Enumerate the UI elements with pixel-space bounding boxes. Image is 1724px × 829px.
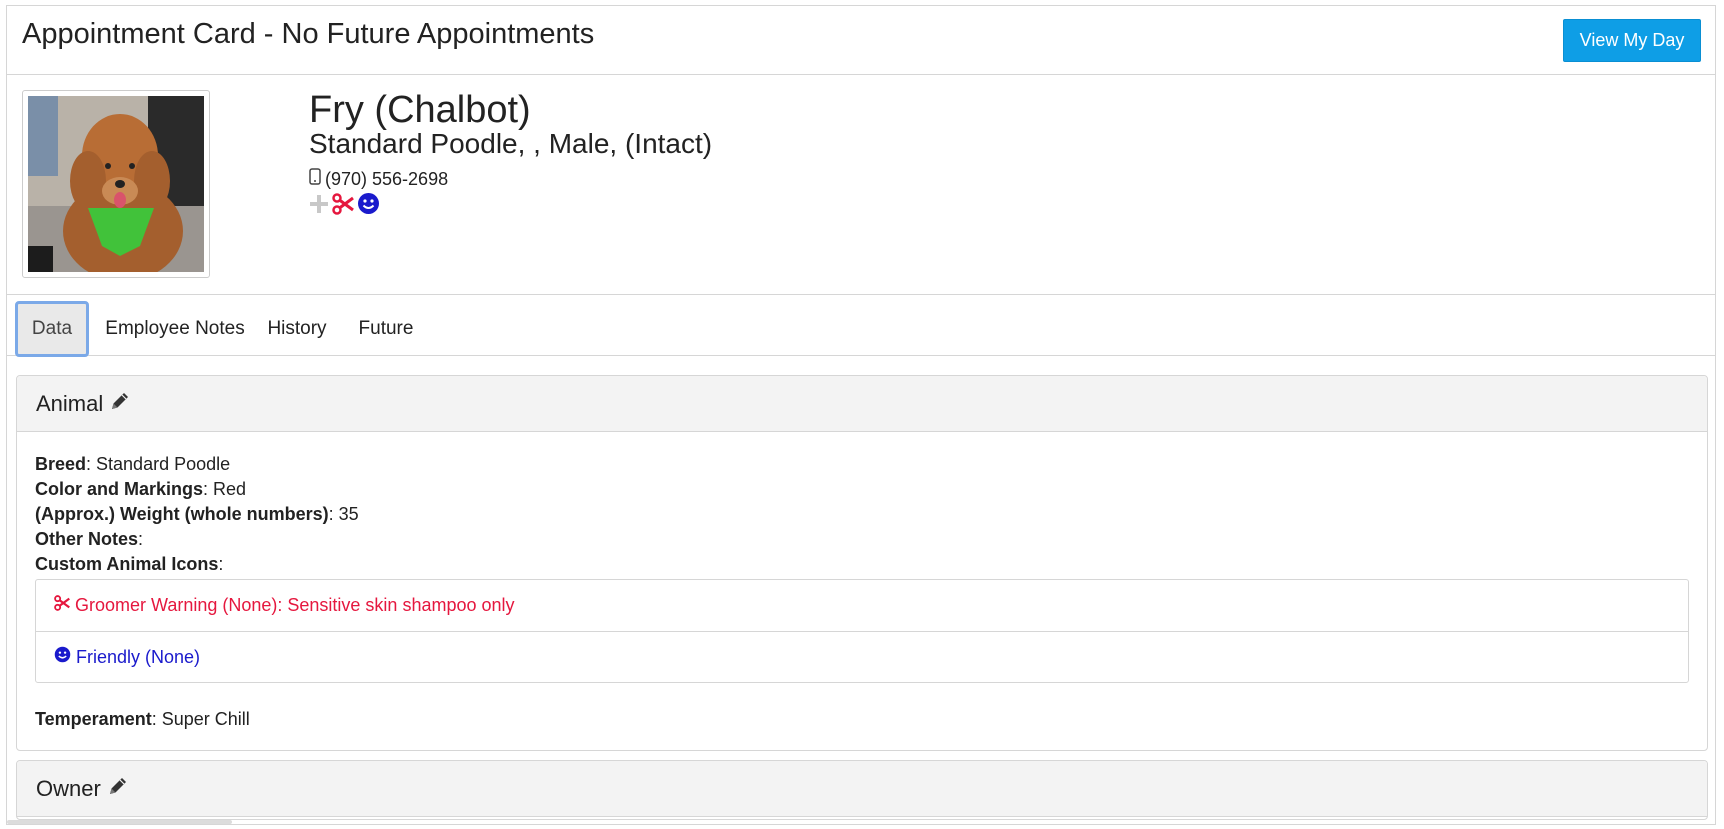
animal-panel-title: Animal xyxy=(36,390,104,416)
scissors-icon xyxy=(54,593,70,618)
field-breed: Breed: Standard Poodle xyxy=(35,452,1689,477)
field-label: Other Notes xyxy=(35,529,139,549)
field-label: Breed xyxy=(35,454,87,474)
scissors-icon xyxy=(332,192,354,220)
field-value: : Super Chill xyxy=(151,709,250,729)
tab-future[interactable]: Future xyxy=(349,301,423,357)
animal-panel-header: Animal xyxy=(17,376,1707,432)
pet-photo-frame xyxy=(22,90,210,278)
card-header: Appointment Card - No Future Appointment… xyxy=(7,6,1715,75)
field-value: : Standard Poodle xyxy=(86,454,231,474)
owner-panel-title: Owner xyxy=(36,775,101,801)
field-label: Color and Markings xyxy=(35,479,204,499)
horizontal-scrollbar[interactable] xyxy=(7,820,232,824)
phone-number[interactable]: (970) 556-2698 xyxy=(325,169,448,190)
pet-profile: Fry (Chalbot) Standard Poodle, , Male, (… xyxy=(7,75,1715,295)
custom-icon-text: Groomer Warning (None): Sensitive skin s… xyxy=(75,595,515,615)
pet-photo xyxy=(28,96,204,272)
field-custom-icons: Custom Animal Icons: xyxy=(35,552,1689,577)
field-color: Color and Markings: Red xyxy=(35,477,1689,502)
tab-employee-notes[interactable]: Employee Notes xyxy=(105,301,245,357)
smiley-icon xyxy=(357,192,380,220)
status-icons xyxy=(309,192,380,220)
animal-panel-body: Breed: Standard Poodle Color and Marking… xyxy=(17,432,1707,732)
field-label: Custom Animal Icons xyxy=(35,554,219,574)
field-value: : 35 xyxy=(328,504,359,524)
edit-owner-icon[interactable] xyxy=(107,775,129,803)
tab-bar: Data Employee Notes History Future xyxy=(7,296,1715,357)
custom-icon-text: Friendly (None) xyxy=(76,646,201,667)
animal-panel: Animal Breed: Standard Poodle Color and … xyxy=(16,375,1708,751)
plus-icon xyxy=(309,194,329,219)
view-my-day-button[interactable]: View My Day xyxy=(1563,19,1701,62)
list-item: Groomer Warning (None): Sensitive skin s… xyxy=(36,580,1688,631)
field-label: Temperament xyxy=(35,709,152,729)
owner-panel: Owner xyxy=(16,760,1708,820)
field-value: : xyxy=(218,554,224,574)
field-temperament: Temperament: Super Chill xyxy=(35,707,1689,732)
appointment-card: Appointment Card - No Future Appointment… xyxy=(6,5,1716,825)
field-weight: (Approx.) Weight (whole numbers): 35 xyxy=(35,502,1689,527)
smiley-icon xyxy=(54,645,71,670)
field-label: (Approx.) Weight (whole numbers) xyxy=(35,504,329,524)
owner-panel-header: Owner xyxy=(17,761,1707,817)
tab-history[interactable]: History xyxy=(257,301,337,357)
pet-name: Fry (Chalbot) xyxy=(309,89,531,131)
field-other-notes: Other Notes: xyxy=(35,527,1689,552)
field-value: : Red xyxy=(203,479,247,499)
list-item: Friendly (None) xyxy=(36,631,1688,682)
page-title: Appointment Card - No Future Appointment… xyxy=(22,18,595,50)
edit-animal-icon[interactable] xyxy=(109,390,131,418)
pet-description: Standard Poodle, , Male, (Intact) xyxy=(309,128,713,159)
field-value: : xyxy=(138,529,144,549)
tab-data[interactable]: Data xyxy=(15,301,89,357)
custom-icon-list: Groomer Warning (None): Sensitive skin s… xyxy=(35,579,1689,683)
mobile-phone-icon xyxy=(309,168,321,190)
phone-line: (970) 556-2698 xyxy=(309,168,448,190)
